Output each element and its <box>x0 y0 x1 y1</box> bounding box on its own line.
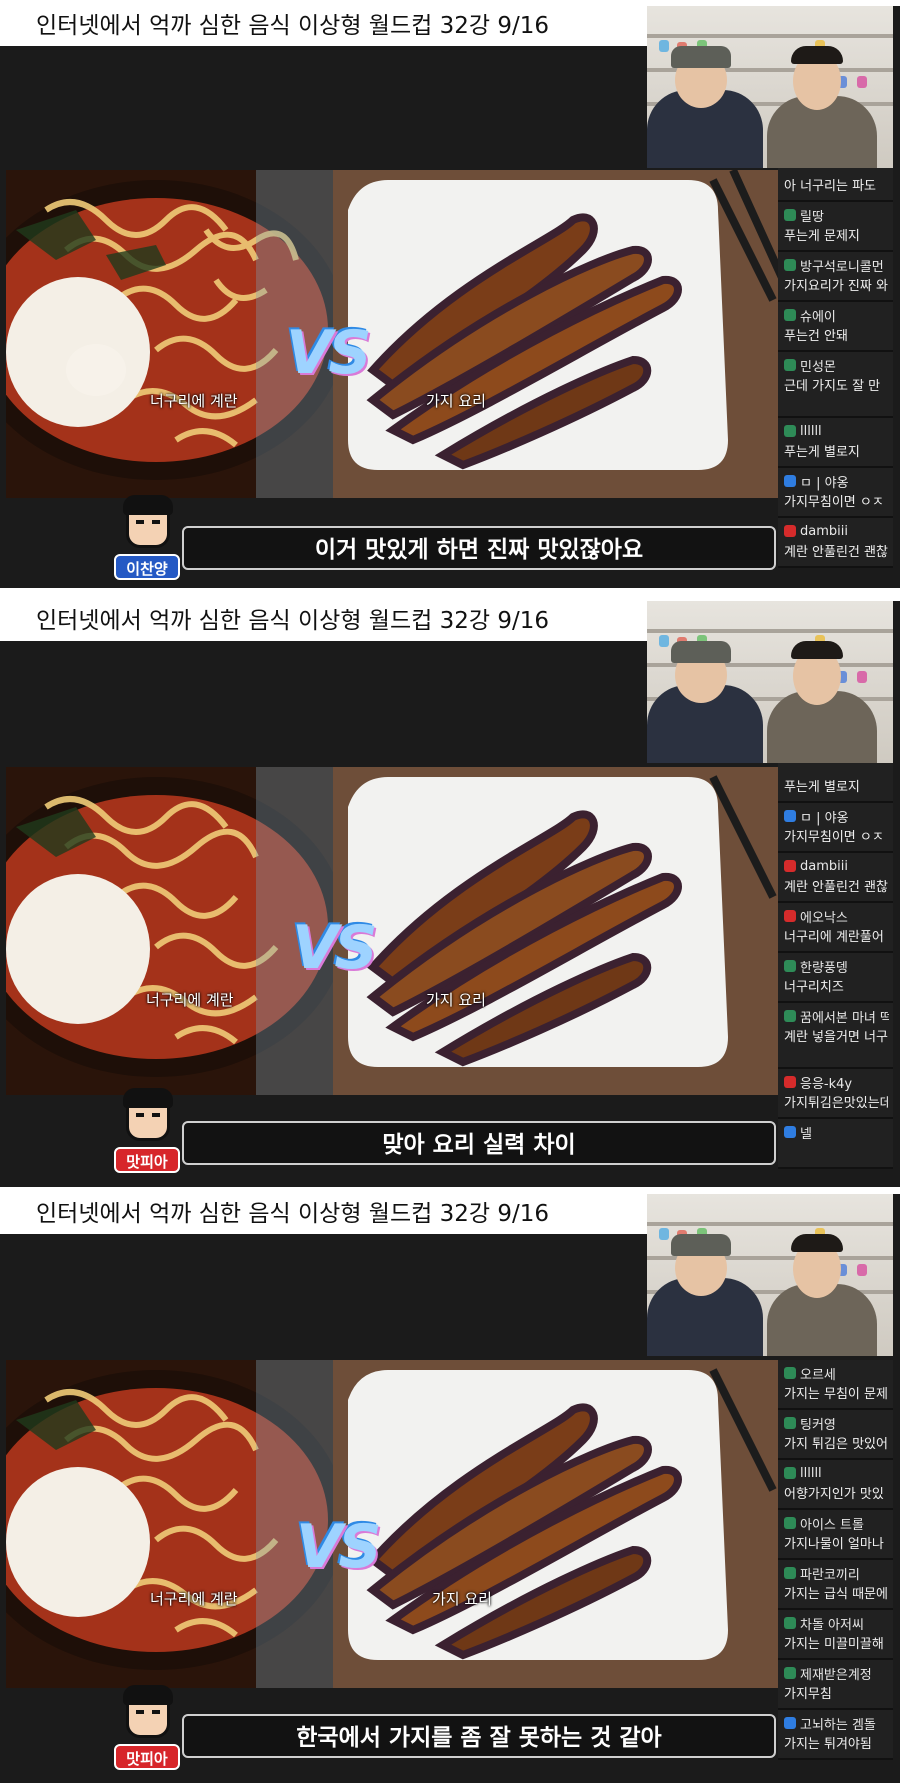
chat-badge-icon <box>784 309 796 321</box>
webcam-view <box>647 601 893 763</box>
chat-item: 한량풍뎅 너구리치즈 <box>778 953 893 1003</box>
chat-item: 푸는게 별로지 <box>778 763 893 803</box>
webcam-view <box>647 6 893 168</box>
broadcast-title: 인터넷에서 억까 심한 음식 이상형 월드컵 32강 9/16 <box>0 1194 686 1234</box>
chat-item: llllll 푸는게 별로지 <box>778 418 893 468</box>
left-food-label: 너구리에 계란 <box>150 1590 238 1608</box>
vs-mark: VS <box>286 318 372 388</box>
left-food-label: 너구리에 계란 <box>150 392 238 410</box>
live-chat-list[interactable]: 아 너구리는 파도 릴땅 푸는게 문제지 방구석로니콜먼 가지요리가 진짜 와 슈에… <box>778 168 893 588</box>
right-food-label: 가지 요리 <box>426 392 486 410</box>
chat-badge-icon <box>784 1517 796 1529</box>
chat-badge-icon <box>784 1010 796 1022</box>
chat-badge-icon <box>784 1667 796 1679</box>
chat-badge-icon <box>784 425 796 437</box>
chat-badge-icon <box>784 209 796 221</box>
speaker-avatar: 맛피아 <box>114 1088 180 1177</box>
webcam-view <box>647 1194 893 1356</box>
chat-item: 아이스 트롤 가지나물이 얼마나 <box>778 1510 893 1560</box>
speaker-avatar: 맛피아 <box>114 1685 180 1774</box>
subtitle-caption: 이거 맛있게 하면 진짜 맛있잖아요 <box>182 526 776 570</box>
vs-mark: VS <box>296 1512 382 1582</box>
speaker-name-tag: 이찬양 <box>114 554 180 580</box>
right-food-label: 가지 요리 <box>426 991 486 1009</box>
chat-item: 오르세 가지는 무침이 문제 <box>778 1360 893 1410</box>
chat-badge-icon <box>784 259 796 271</box>
chat-badge-icon <box>784 860 796 872</box>
left-food-label: 너구리에 계란 <box>146 991 234 1009</box>
right-food-label: 가지 요리 <box>432 1590 492 1608</box>
chat-badge-icon <box>784 359 796 371</box>
chat-item: 파란코끼리 가지는 급식 때문에 <box>778 1560 893 1610</box>
stream-panel-1: 인터넷에서 억까 심한 음식 이상형 월드컵 32강 9/16 VS 너구리에 … <box>0 6 900 588</box>
chat-item: 방구석로니콜먼 가지요리가 진짜 와 <box>778 252 893 302</box>
chat-badge-icon <box>784 960 796 972</box>
subtitle-caption: 맞아 요리 실력 차이 <box>182 1121 776 1165</box>
eggplant-image <box>333 767 780 1095</box>
chat-badge-icon <box>784 1717 796 1729</box>
chat-item: 차돌 아저씨 가지는 미끌미끌해 <box>778 1610 893 1660</box>
eggplant-image <box>333 170 780 498</box>
chat-item: dambiii 계란 안풀린건 괜찮 <box>778 518 893 568</box>
chat-item: 고뇌하는 겜돌 가지는 튀겨야됨 <box>778 1710 893 1760</box>
noodle-image <box>6 767 333 1095</box>
eggplant-image <box>333 1360 780 1688</box>
chat-badge-icon <box>784 1076 796 1088</box>
live-chat-list[interactable]: 푸는게 별로지 ㅁ | 야옹 가지무침이면 ㅇㅈ dambiii 계란 안풀린건 괜… <box>778 763 893 1187</box>
chat-item: 아 너구리는 파도 <box>778 168 893 202</box>
subtitle-caption: 한국에서 가지를 좀 잘 못하는 것 같아 <box>182 1714 776 1758</box>
chat-badge-icon <box>784 525 796 537</box>
chat-item: 민성몬 근데 가지도 잘 만 <box>778 352 893 418</box>
speaker-name-tag: 맛피아 <box>114 1147 180 1173</box>
chat-item: 제재받은계정 가지무침 <box>778 1660 893 1710</box>
chat-badge-icon <box>784 1617 796 1629</box>
chat-badge-icon <box>784 910 796 922</box>
broadcast-title: 인터넷에서 억까 심한 음식 이상형 월드컵 32강 9/16 <box>0 601 686 641</box>
chat-item: 팅커영 가지 튀김은 맛있어 <box>778 1410 893 1460</box>
chat-item: 응응-k4y 가지튀김은맛있는데 <box>778 1069 893 1119</box>
chat-badge-icon <box>784 1567 796 1579</box>
noodle-image <box>6 170 333 498</box>
speaker-name-tag: 맛피아 <box>114 1744 180 1770</box>
chat-item: 꿈에서본 마녀 떡 계란 넣을거면 너구 <box>778 1003 893 1069</box>
chat-badge-icon <box>784 1367 796 1379</box>
chat-item: 릴땅 푸는게 문제지 <box>778 202 893 252</box>
chat-item: llllll 어향가지인가 맛있 <box>778 1460 893 1510</box>
chat-item: ㅁ | 야옹 가지무침이면 ㅇㅈ <box>778 468 893 518</box>
chat-item: ㅁ | 야옹 가지무침이면 ㅇㅈ <box>778 803 893 853</box>
vs-mark: VS <box>292 913 378 983</box>
chat-badge-icon <box>784 810 796 822</box>
live-chat-list[interactable]: 오르세 가지는 무침이 문제 팅커영 가지 튀김은 맛있어 llllll 어향가지인가… <box>778 1360 893 1783</box>
chat-item: 슈에이 푸는건 안돼 <box>778 302 893 352</box>
chat-item: 넬 <box>778 1119 893 1169</box>
chat-item: 에오낙스 너구리에 계란풀어 <box>778 903 893 953</box>
stream-panel-3: 인터넷에서 억까 심한 음식 이상형 월드컵 32강 9/16 VS 너구리에 … <box>0 1194 900 1783</box>
speaker-avatar: 이찬양 <box>114 495 180 584</box>
chat-badge-icon <box>784 1417 796 1429</box>
chat-item: dambiii 계란 안풀린건 괜찮 <box>778 853 893 903</box>
chat-badge-icon <box>784 1126 796 1138</box>
noodle-image <box>6 1360 333 1688</box>
chat-badge-icon <box>784 1467 796 1479</box>
stream-panel-2: 인터넷에서 억까 심한 음식 이상형 월드컵 32강 9/16 VS 너구리에 … <box>0 601 900 1187</box>
chat-badge-icon <box>784 475 796 487</box>
broadcast-title: 인터넷에서 억까 심한 음식 이상형 월드컵 32강 9/16 <box>0 6 686 46</box>
